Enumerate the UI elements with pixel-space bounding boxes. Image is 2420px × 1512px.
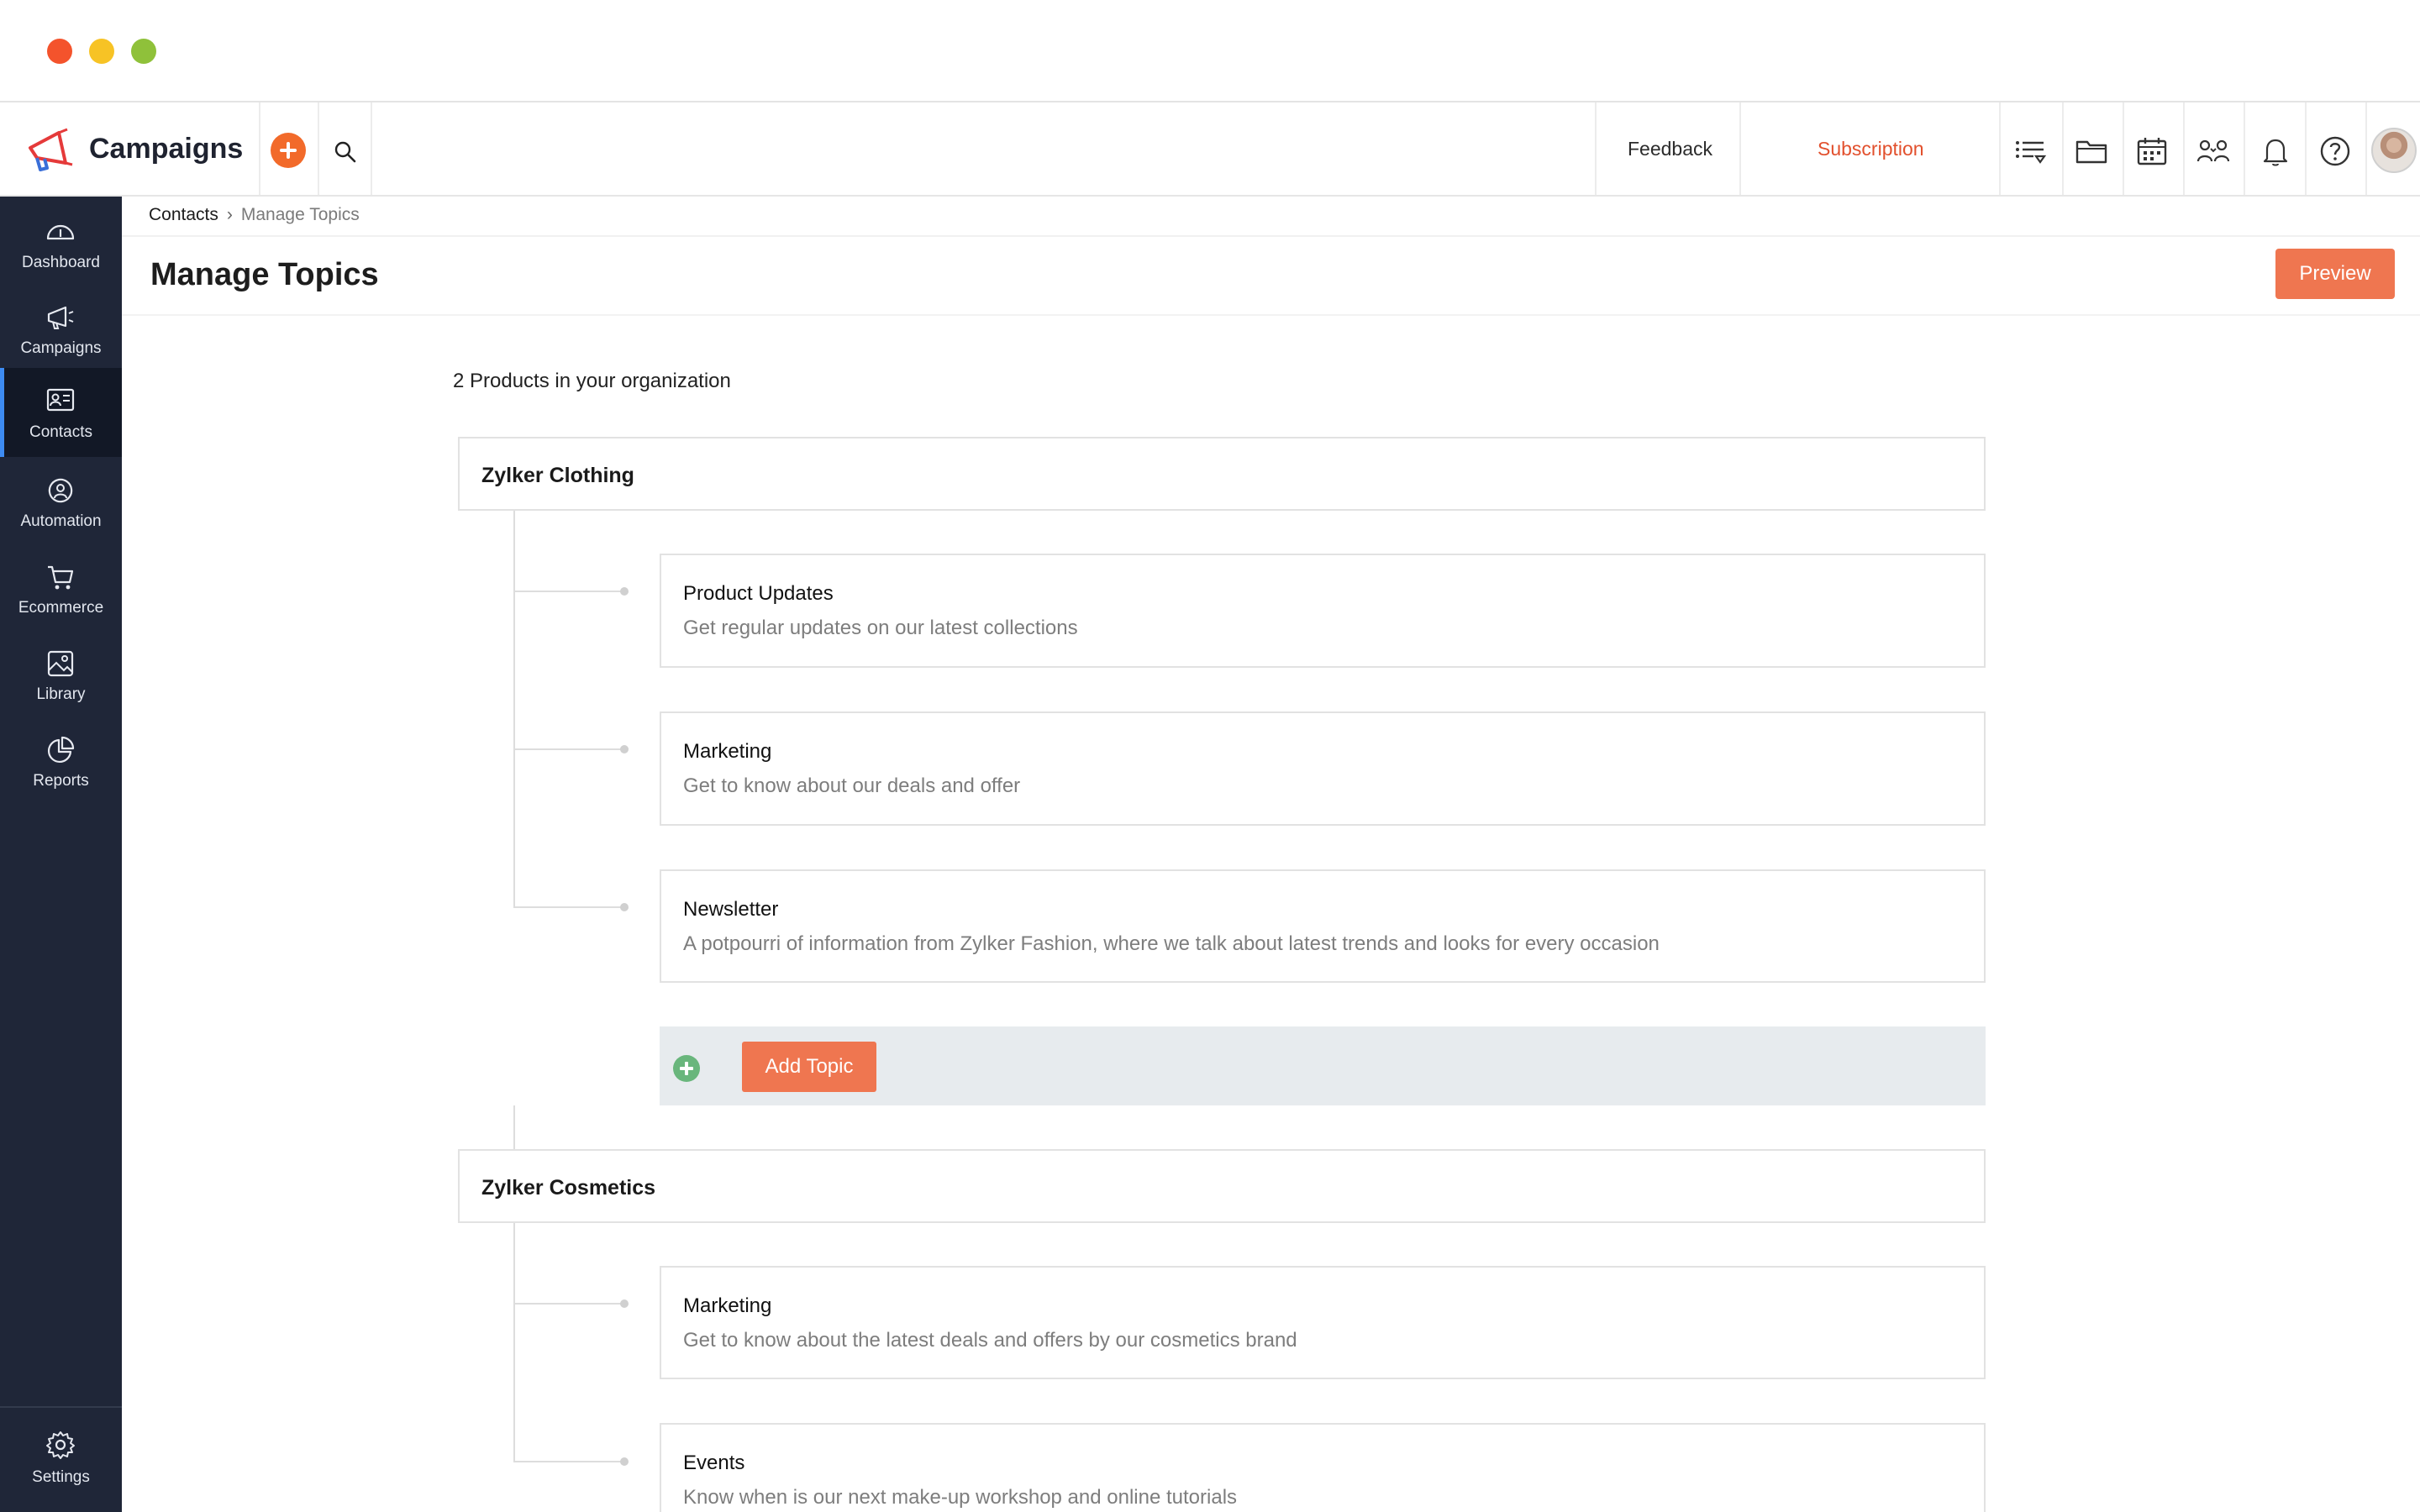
tree-node bbox=[620, 903, 629, 911]
nav-settings[interactable]: Settings bbox=[0, 1406, 122, 1512]
calendar-icon[interactable] bbox=[2135, 134, 2169, 168]
help-icon[interactable] bbox=[2318, 134, 2352, 168]
nav-label: Dashboard bbox=[22, 254, 100, 271]
breadcrumb-parent-link[interactable]: Contacts bbox=[149, 205, 218, 224]
product-name: Zylker Clothing bbox=[481, 464, 634, 487]
topic-card[interactable]: Events Know when is our next make-up wor… bbox=[660, 1423, 1986, 1512]
nav-library[interactable]: Library bbox=[0, 635, 122, 719]
tree-connector bbox=[513, 1223, 515, 1462]
topic-name: Product Updates bbox=[683, 582, 834, 605]
header-divider bbox=[259, 102, 260, 195]
nav-reports[interactable]: Reports bbox=[0, 722, 122, 806]
topic-card[interactable]: Marketing Get to know about our deals an… bbox=[660, 711, 1986, 826]
nav-label: Library bbox=[36, 685, 86, 703]
add-topic-row: Add Topic bbox=[660, 1026, 1986, 1105]
header-divider bbox=[2123, 102, 2124, 195]
gear-icon bbox=[46, 1431, 75, 1459]
header-divider bbox=[1595, 102, 1597, 195]
divider bbox=[122, 314, 2420, 316]
header-divider bbox=[318, 102, 319, 195]
topic-description: A potpourri of information from Zylker F… bbox=[683, 932, 1660, 955]
tree-node bbox=[620, 587, 629, 596]
window-zoom-button[interactable] bbox=[131, 39, 156, 64]
contact-card-icon bbox=[46, 388, 75, 412]
user-avatar[interactable] bbox=[2371, 128, 2417, 173]
subscription-link[interactable]: Subscription bbox=[1818, 138, 1924, 160]
nav-automation[interactable]: Automation bbox=[0, 462, 122, 546]
window-titlebar bbox=[0, 0, 2420, 102]
tree-node bbox=[620, 745, 629, 753]
topic-description: Know when is our next make-up workshop a… bbox=[683, 1486, 1238, 1509]
list-filter-icon[interactable] bbox=[2013, 134, 2047, 168]
nav-label: Campaigns bbox=[20, 339, 102, 357]
campaigns-logo-icon[interactable] bbox=[25, 126, 74, 175]
nav-label: Ecommerce bbox=[18, 599, 104, 617]
image-library-icon bbox=[47, 650, 74, 677]
product-card[interactable]: Zylker Cosmetics bbox=[458, 1149, 1986, 1223]
tree-connector bbox=[513, 591, 623, 592]
nav-label: Settings bbox=[32, 1468, 90, 1486]
automation-icon bbox=[48, 478, 73, 503]
header-divider bbox=[1999, 102, 2001, 195]
create-new-button[interactable] bbox=[271, 133, 306, 168]
topic-card[interactable]: Product Updates Get regular updates on o… bbox=[660, 554, 1986, 668]
window-minimize-button[interactable] bbox=[89, 39, 114, 64]
topic-name: Newsletter bbox=[683, 898, 779, 921]
nav-dashboard[interactable]: Dashboard bbox=[0, 203, 122, 287]
nav-label: Contacts bbox=[29, 423, 92, 441]
header-divider bbox=[2183, 102, 2185, 195]
tree-connector bbox=[513, 748, 623, 750]
window-close-button[interactable] bbox=[47, 39, 72, 64]
header-divider bbox=[2305, 102, 2307, 195]
app-title: Campaigns bbox=[89, 133, 244, 165]
tree-node bbox=[620, 1299, 629, 1308]
divider bbox=[122, 235, 2420, 237]
notification-bell-icon[interactable] bbox=[2259, 134, 2292, 168]
pie-chart-icon bbox=[48, 736, 75, 763]
breadcrumb: Contacts › Manage Topics bbox=[149, 205, 360, 225]
megaphone-icon bbox=[47, 306, 74, 329]
product-name: Zylker Cosmetics bbox=[481, 1176, 656, 1200]
search-icon[interactable] bbox=[333, 139, 358, 165]
tree-connector bbox=[513, 1105, 515, 1149]
header-divider bbox=[1739, 102, 1741, 195]
page-title: Manage Topics bbox=[150, 257, 379, 292]
folder-icon[interactable] bbox=[2075, 134, 2108, 168]
product-card[interactable]: Zylker Clothing bbox=[458, 437, 1986, 511]
nav-ecommerce[interactable]: Ecommerce bbox=[0, 549, 122, 633]
topic-description: Get regular updates on our latest collec… bbox=[683, 617, 1078, 639]
tree-connector bbox=[513, 1461, 623, 1462]
topic-description: Get to know about the latest deals and o… bbox=[683, 1329, 1297, 1352]
feedback-link[interactable]: Feedback bbox=[1628, 138, 1712, 160]
topic-name: Marketing bbox=[683, 1294, 772, 1317]
cart-icon bbox=[48, 565, 74, 590]
tree-connector bbox=[513, 511, 515, 907]
header-divider bbox=[2062, 102, 2064, 195]
nav-label: Automation bbox=[20, 512, 102, 530]
topic-name: Marketing bbox=[683, 740, 772, 763]
preview-button[interactable]: Preview bbox=[2275, 249, 2395, 299]
breadcrumb-current: Manage Topics bbox=[240, 205, 360, 224]
add-plus-icon[interactable] bbox=[673, 1055, 700, 1082]
tree-connector bbox=[513, 906, 623, 908]
app-header: Campaigns Feedback Subscription bbox=[0, 102, 2420, 197]
org-product-count: 2 Products in your organization bbox=[453, 370, 731, 392]
nav-campaigns[interactable]: Campaigns bbox=[0, 289, 122, 373]
topic-card[interactable]: Marketing Get to know about the latest d… bbox=[660, 1266, 1986, 1379]
add-topic-button[interactable]: Add Topic bbox=[742, 1042, 876, 1092]
tree-connector bbox=[513, 1303, 623, 1305]
header-divider bbox=[2244, 102, 2245, 195]
dashboard-icon bbox=[46, 224, 75, 240]
topic-card[interactable]: Newsletter A potpourri of information fr… bbox=[660, 869, 1986, 983]
breadcrumb-chevron-icon: › bbox=[226, 205, 233, 224]
left-navigation: Dashboard Campaigns Contacts Automation bbox=[0, 197, 122, 1512]
header-divider bbox=[371, 102, 372, 195]
topic-name: Events bbox=[683, 1452, 745, 1474]
topic-description: Get to know about our deals and offer bbox=[683, 774, 1021, 797]
nav-label: Reports bbox=[33, 772, 89, 790]
nav-contacts[interactable]: Contacts bbox=[0, 368, 122, 457]
team-icon[interactable] bbox=[2196, 134, 2230, 168]
header-divider bbox=[2365, 102, 2367, 195]
tree-node bbox=[620, 1457, 629, 1466]
